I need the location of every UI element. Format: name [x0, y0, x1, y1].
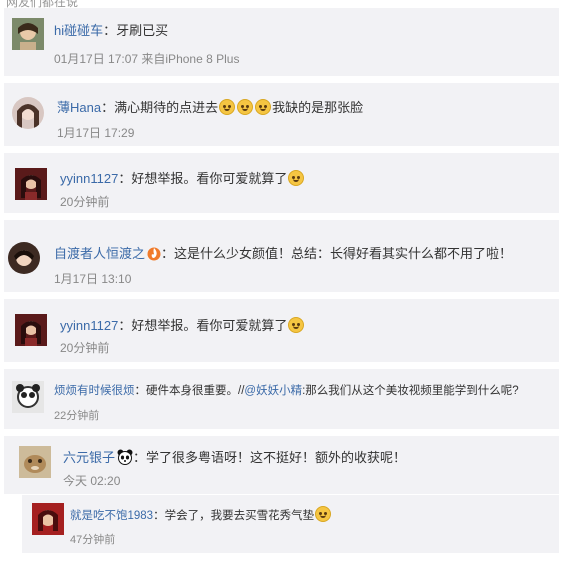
comment-meta: 1月17日 17:29: [57, 126, 135, 140]
comment-line: 薄Hana：满心期待的点进去 我缺的是那张脸: [57, 99, 364, 115]
crying-emoji-icon: [219, 99, 236, 115]
comment-text: 学了很多粤语呀！这不挺好！额外的收获呢！: [146, 450, 407, 465]
username-link[interactable]: 就是吃不饱1983: [70, 510, 153, 522]
comment-card-reply: 就是吃不饱1983：学会了，我要去买雪花秀气垫 47分钟前: [22, 495, 559, 553]
comment-meta: 22分钟前: [54, 410, 100, 422]
comment-text-after: :那么我们从这个美妆视频里能学到什么呢?: [302, 385, 519, 397]
avatar[interactable]: [32, 503, 64, 535]
comment-text: 硬件本身很重要。//: [146, 385, 245, 397]
comment-text: 牙刷已买: [116, 23, 169, 38]
username-link[interactable]: yyinn1127: [60, 171, 118, 186]
comment-card: 六元银子 ：学了很多粤语呀！这不挺好！额外的收获呢！ 今天 02:20: [4, 436, 559, 494]
comment-card: 烦烦有时候很烦：硬件本身很重要。//@妖妖小精:那么我们从这个美妆视频里能学到什…: [4, 369, 559, 429]
avatar[interactable]: [12, 18, 44, 50]
comment-line: yyinn1127：好想举报。看你可爱就算了: [60, 168, 305, 187]
comment-line: yyinn1127：好想举报。看你可爱就算了: [60, 315, 305, 334]
comment-meta: 47分钟前: [70, 534, 116, 546]
comment-meta: 01月17日 17:07 来自iPhone 8 Plus: [54, 52, 240, 66]
mention-link[interactable]: @妖妖小精: [244, 385, 302, 397]
comment-card: yyinn1127：好想举报。看你可爱就算了 20分钟前: [4, 299, 559, 362]
username-link[interactable]: 自渡者人恒渡之: [54, 246, 145, 261]
fire-badge-icon: [147, 247, 161, 261]
username-link[interactable]: 六元银子: [63, 450, 115, 465]
username-link[interactable]: 烦烦有时候很烦: [54, 385, 135, 397]
comment-meta: 20分钟前: [60, 195, 110, 209]
comment-card: yyinn1127：好想举报。看你可爱就算了 20分钟前: [4, 153, 559, 213]
avatar[interactable]: [19, 446, 51, 478]
avatar[interactable]: [12, 381, 44, 413]
comment-line: 六元银子 ：学了很多粤语呀！这不挺好！额外的收获呢！: [63, 449, 407, 465]
avatar[interactable]: [15, 314, 47, 346]
username-link[interactable]: 薄Hana: [57, 100, 101, 115]
comment-card: hi碰碰车：牙刷已买 01月17日 17:07 来自iPhone 8 Plus: [4, 8, 559, 76]
laughing-emoji-icon: [315, 506, 332, 522]
crying-emoji-icon: [237, 99, 254, 115]
comment-card: 自渡者人恒渡之 ：这是什么少女颜值！总结：长得好看其实什么都不用了啦！ 1月17日…: [4, 220, 559, 292]
comment-text: 这是什么少女颜值！总结：长得好看其实什么都不用了啦！: [174, 246, 513, 261]
avatar[interactable]: [15, 168, 47, 200]
comment-line: 烦烦有时候很烦：硬件本身很重要。//@妖妖小精:那么我们从这个美妆视频里能学到什…: [54, 385, 519, 397]
comment-text: 好想举报。看你可爱就算了: [131, 318, 288, 333]
panda-icon: [117, 449, 133, 465]
comment-text: 满心期待的点进去: [114, 100, 219, 115]
comment-meta: 今天 02:20: [63, 474, 121, 488]
comment-line: 自渡者人恒渡之 ：这是什么少女颜值！总结：长得好看其实什么都不用了啦！: [54, 246, 513, 261]
username-link[interactable]: hi碰碰车: [54, 23, 103, 38]
comment-text: 好想举报。看你可爱就算了: [131, 171, 288, 186]
comment-meta: 1月17日 13:10: [54, 272, 132, 286]
comment-text: 学会了，我要去买雪花秀气垫: [164, 510, 315, 522]
comment-feed: 网友们都在说 hi碰碰车：牙刷已买 01月17日 17:07 来自iPhone …: [0, 0, 563, 561]
crying-emoji-icon: [255, 99, 272, 115]
avatar[interactable]: [12, 97, 44, 129]
comment-card: 薄Hana：满心期待的点进去 我缺的是那张脸 1月17日 17:29: [4, 83, 559, 146]
comment-line: hi碰碰车：牙刷已买: [54, 23, 169, 38]
comment-line: 就是吃不饱1983：学会了，我要去买雪花秀气垫: [70, 506, 332, 523]
avatar[interactable]: [8, 242, 40, 274]
comment-text-after: 我缺的是那张脸: [272, 100, 364, 115]
comment-meta: 20分钟前: [60, 341, 110, 355]
username-link[interactable]: yyinn1127: [60, 318, 118, 333]
crying-emoji-icon: [288, 317, 305, 333]
crying-emoji-icon: [288, 170, 305, 186]
